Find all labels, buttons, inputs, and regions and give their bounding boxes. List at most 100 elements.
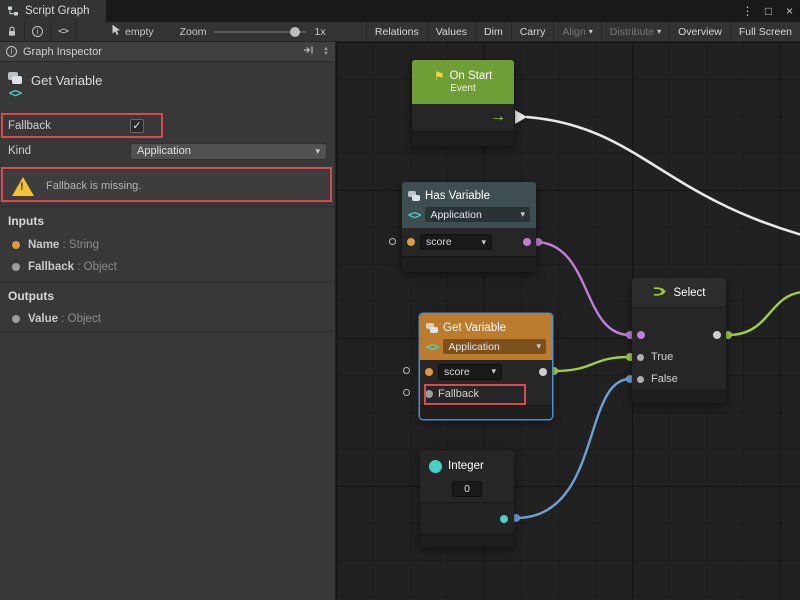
code-view-icon[interactable]: <> xyxy=(51,22,75,41)
node-has-variable[interactable]: Has Variable <> Application ▾ score ▾ xyxy=(402,182,536,272)
kind-value: Application xyxy=(137,145,191,157)
node-body: → xyxy=(412,104,514,131)
code-icon: <> xyxy=(9,87,21,99)
node-body-row: score ▾ xyxy=(420,360,552,383)
unity-script-graph-window: Script Graph ⋮ □ × i <> empty Zoom 1x xyxy=(0,0,800,600)
input-port-false[interactable] xyxy=(637,376,644,383)
maximize-icon[interactable]: □ xyxy=(758,0,779,22)
fallback-port-label: Fallback xyxy=(438,388,479,400)
output-port-value[interactable] xyxy=(500,515,508,523)
unit-icons: <> xyxy=(8,72,22,106)
title-bar: Script Graph ⋮ □ × xyxy=(0,0,800,22)
overview-button[interactable]: Overview xyxy=(670,22,730,41)
code-icon: <> xyxy=(426,341,438,353)
kind-dropdown[interactable]: Application ▾ xyxy=(425,207,530,222)
scrollbar-arrows[interactable]: ▲ ▼ xyxy=(323,47,329,56)
zoom-label: Zoom xyxy=(180,26,207,38)
fullscreen-button[interactable]: Full Screen xyxy=(731,22,800,41)
unconnected-port-marker[interactable] xyxy=(389,238,396,245)
kind-dropdown[interactable]: Application ▾ xyxy=(130,143,327,160)
flow-wire-arrow xyxy=(515,110,527,124)
variable-name-dropdown[interactable]: score ▾ xyxy=(420,234,492,250)
port-dot-gray xyxy=(12,315,20,323)
port-dot-orange xyxy=(12,241,20,249)
section-divider xyxy=(0,331,335,332)
node-body-row xyxy=(632,324,726,346)
node-header: Select xyxy=(632,278,726,308)
input-row-fallback: Fallback : Object xyxy=(0,257,335,277)
variables-icon xyxy=(408,191,420,201)
code-icon: <> xyxy=(408,209,420,221)
zoom-control: Zoom 1x xyxy=(173,22,333,41)
titlebar-spacer xyxy=(106,0,737,22)
dim-button[interactable]: Dim xyxy=(476,22,511,41)
section-divider xyxy=(0,281,335,282)
distribute-button[interactable]: Distribute▾ xyxy=(602,22,669,41)
relations-button[interactable]: Relations xyxy=(367,22,427,41)
output-port-is-defined[interactable] xyxy=(523,238,531,246)
fallback-checkbox[interactable]: ✓ xyxy=(130,119,144,133)
inspector-header: i Graph Inspector ▲ ▼ xyxy=(0,42,335,62)
unconnected-port-marker[interactable] xyxy=(403,367,410,374)
input-port-name[interactable] xyxy=(407,238,415,246)
variables-icon xyxy=(8,72,22,84)
node-header: Get Variable <> Application ▾ xyxy=(420,314,552,360)
node-footer xyxy=(412,131,514,146)
variable-name-dropdown[interactable]: score ▾ xyxy=(438,364,502,380)
outputs-header: Outputs xyxy=(0,287,335,305)
node-header: Integer xyxy=(420,456,514,476)
kind-label: Kind xyxy=(8,145,130,157)
wire-select-output xyxy=(728,292,800,335)
align-button[interactable]: Align▾ xyxy=(554,22,600,41)
input-port-true[interactable] xyxy=(637,354,644,361)
check-icon: ✓ xyxy=(132,121,141,132)
node-footer xyxy=(402,256,536,272)
node-get-variable[interactable]: Get Variable <> Application ▾ score ▾ xyxy=(420,314,552,419)
scroll-down-icon[interactable]: ▼ xyxy=(323,52,329,57)
window-menu-icon[interactable]: ⋮ xyxy=(737,0,758,22)
input-port-fallback[interactable] xyxy=(425,390,433,398)
section-divider xyxy=(0,206,335,207)
close-icon[interactable]: × xyxy=(779,0,800,22)
wire-flow xyxy=(527,117,800,235)
output-port-selection[interactable] xyxy=(713,331,721,339)
lock-icon[interactable] xyxy=(0,22,24,41)
carry-button[interactable]: Carry xyxy=(512,22,554,41)
graph-canvas[interactable]: ⚑ On Start Event → Has Variable <> xyxy=(336,42,800,600)
selection-indicator[interactable]: empty xyxy=(104,22,161,41)
chevron-down-icon: ▾ xyxy=(491,367,496,376)
tab-title: Script Graph xyxy=(25,5,90,17)
chevron-down-icon: ▾ xyxy=(589,28,593,36)
inspector-toggle-icon[interactable]: i xyxy=(25,22,50,41)
values-button[interactable]: Values xyxy=(428,22,475,41)
node-select[interactable]: Select True False xyxy=(632,278,726,403)
info-icon: i xyxy=(32,26,43,37)
info-icon: i xyxy=(6,46,17,57)
dock-icon[interactable] xyxy=(303,45,314,58)
chevron-down-icon: ▾ xyxy=(520,210,525,219)
node-footer xyxy=(632,390,726,403)
node-integer[interactable]: Integer 0 xyxy=(420,450,514,547)
warning-icon: ! xyxy=(12,177,34,196)
input-port-condition[interactable] xyxy=(637,331,645,339)
unconnected-port-marker[interactable] xyxy=(403,389,410,396)
node-body-row: True xyxy=(632,346,726,368)
script-graph-icon xyxy=(7,5,19,17)
node-title: Integer xyxy=(448,460,484,472)
select-icon xyxy=(653,285,668,301)
node-title: Has Variable xyxy=(425,190,490,202)
output-port-value[interactable] xyxy=(539,368,547,376)
integer-value-field[interactable]: 0 xyxy=(452,481,482,497)
zoom-slider[interactable] xyxy=(214,31,306,33)
zoom-slider-thumb[interactable] xyxy=(290,27,300,37)
node-value-row: 0 xyxy=(420,476,514,502)
kind-dropdown[interactable]: Application ▾ xyxy=(443,339,546,354)
tab-script-graph[interactable]: Script Graph xyxy=(0,0,106,22)
node-on-start[interactable]: ⚑ On Start Event → xyxy=(412,60,514,146)
flow-output-port[interactable]: → xyxy=(490,106,506,128)
node-footer xyxy=(420,405,552,419)
input-port-name[interactable] xyxy=(425,368,433,376)
toolbar-separator xyxy=(75,22,76,41)
node-body-row: Fallback xyxy=(420,383,552,405)
node-footer xyxy=(420,534,514,547)
